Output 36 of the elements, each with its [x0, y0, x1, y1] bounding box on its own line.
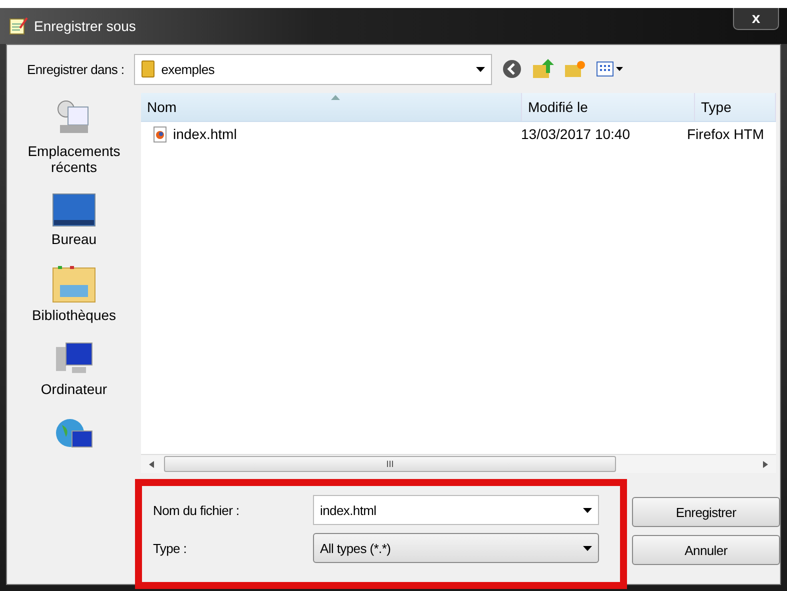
notepad-icon: [8, 16, 28, 36]
file-name[interactable]: index.html: [173, 126, 237, 142]
close-button[interactable]: x: [733, 8, 779, 30]
save-in-label: Enregistrer dans :: [27, 62, 124, 76]
cancel-button[interactable]: Annuler: [632, 535, 780, 565]
scroll-thumb[interactable]: III: [164, 456, 616, 472]
file-name-label: Nom du fichier :: [153, 502, 240, 518]
file-name-field[interactable]: index.html: [313, 495, 599, 525]
scroll-left-icon[interactable]: [149, 460, 154, 468]
folder-dropdown[interactable]: exemples: [134, 54, 492, 84]
column-header[interactable]: Modifié le: [522, 93, 695, 121]
sidebar-item[interactable]: Bureau: [14, 193, 134, 247]
desktop-icon: [52, 193, 96, 227]
back-icon[interactable]: [502, 59, 522, 79]
table-cell: 13/03/2017 10:40: [521, 126, 630, 142]
table-cell: Firefox HTM: [687, 126, 764, 142]
file-type-dropdown[interactable]: All types (*.*): [313, 533, 599, 563]
save-button[interactable]: Enregistrer: [632, 497, 780, 527]
horizontal-scrollbar[interactable]: III: [141, 454, 776, 473]
folder-up-icon[interactable]: [532, 59, 554, 79]
column-header[interactable]: Type: [695, 93, 776, 121]
caret-icon: [476, 66, 486, 72]
libraries-folder-icon: [52, 265, 96, 303]
caret-icon: [583, 508, 592, 512]
sidebar-item[interactable]: Bibliothèques: [14, 265, 134, 323]
sidebar-item[interactable]: Ordinateur: [14, 341, 134, 397]
html-file-icon: [153, 126, 167, 142]
window-title: Enregistrer sous: [34, 18, 136, 34]
sort-arrow-icon: [331, 95, 340, 100]
view-menu-icon[interactable]: [596, 60, 624, 78]
caret-icon: [583, 546, 592, 550]
file-type-label: Type :: [153, 540, 188, 556]
column-header[interactable]: Nom: [141, 93, 522, 121]
folder-icon: [141, 60, 156, 78]
sidebar-item[interactable]: Emplacements récents: [14, 99, 134, 175]
scroll-right-icon[interactable]: [763, 460, 768, 468]
